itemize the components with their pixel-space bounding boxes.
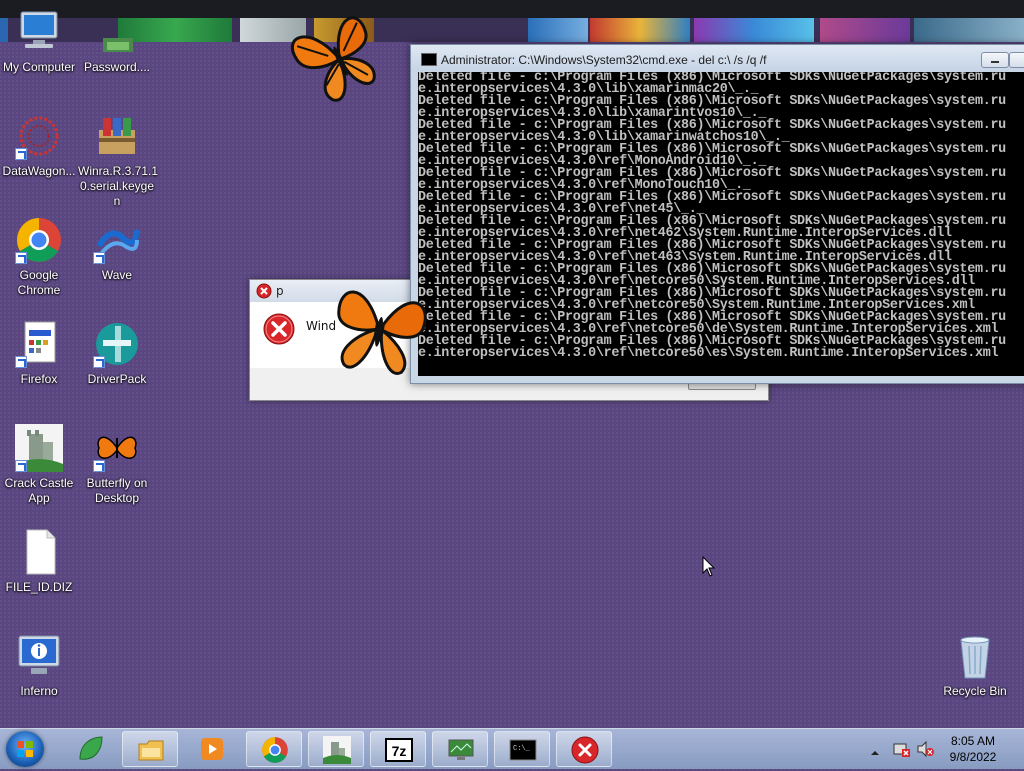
desktop-icon-my-computer[interactable]: My Computer [0,8,78,75]
console-line: e.interopservices\4.3.0\ref\netcore50\es… [418,346,999,361]
desktop-icon-password[interactable]: Password.... [78,8,156,75]
shortcut-arrow-icon [15,460,27,472]
7zip-label: 7z [392,743,407,759]
cmd-icon: C:\_ [509,736,537,764]
password-file-icon [93,8,141,56]
taskbar-app-cmd[interactable]: C:\_ [494,731,550,767]
desktop-icon-label: Password.... [83,60,151,74]
wallpaper-thumb [914,18,1024,42]
desktop-icon-driverpack[interactable]: DriverPack [78,320,156,387]
desktop-icon-label: Firefox [20,372,58,386]
taskbar-app-7z[interactable]: 7z [370,731,426,767]
leaf-icon [76,735,104,763]
shortcut-arrow-icon [93,460,105,472]
console-output[interactable]: Deleted file - c:\Program Files (x86)\Mi… [418,72,1024,376]
driverpack-icon [93,320,141,368]
maximize-button[interactable] [1009,52,1024,68]
datawagon-icon [15,112,63,160]
action-center-warning-icon[interactable] [892,740,910,762]
desktop-icon-label: Wave [101,268,133,282]
shortcut-arrow-icon [93,356,105,368]
desktop-icon-label: Winra.R.3.71.1 0.serial.keyge n [78,164,159,208]
taskbar-app-explorer[interactable] [122,731,178,767]
taskbar-app-error[interactable] [556,731,612,767]
monitor-icon [447,736,475,764]
chrome-icon [15,216,63,264]
info-monitor-icon [15,632,63,680]
clock-date: 9/8/2022 [949,750,997,764]
taskbar-app-chrome[interactable] [246,731,302,767]
desktop-icon-label: Butterfly on Desktop [86,476,148,505]
computer-icon [15,8,63,56]
castle-icon [15,424,63,472]
shortcut-arrow-icon [15,356,27,368]
desktop-icon-wave[interactable]: Wave [78,216,156,283]
cmd-window[interactable]: Administrator: C:\Windows\System32\cmd.e… [410,44,1024,384]
cmd-icon [421,53,437,66]
folder-icon [137,736,165,764]
clock-time: 8:05 AM [950,734,996,748]
taskbar-app-castle[interactable] [308,731,364,767]
desktop-icon-label: DriverPack [87,372,147,386]
taskbar-app-monitor[interactable] [432,731,488,767]
recycle-bin-icon [951,632,999,680]
winrar-icon [93,112,141,160]
calendar-file-icon [15,320,63,368]
error-icon [262,312,296,350]
desktop-icon-butterfly[interactable]: Butterfly on Desktop [78,424,156,506]
desktop-icon-label: DataWagon... [2,164,76,178]
wallpaper-thumb [590,18,690,42]
error-icon [571,736,599,764]
desktop-icon-chrome[interactable]: Google Chrome [0,216,78,298]
desktop-icon-label: Crack Castle App [4,476,74,505]
cmd-titlebar[interactable]: Administrator: C:\Windows\System32\cmd.e… [411,45,1024,71]
media-player-icon [198,735,226,763]
butterfly-sprite [326,284,434,384]
taskbar-app-media[interactable] [184,731,240,767]
start-button[interactable] [6,731,44,767]
wallpaper-thumb [694,18,814,42]
butterfly-sprite [286,6,390,114]
cmd-icon-label: C:\_ [513,745,531,753]
shortcut-arrow-icon [15,252,27,264]
desktop-icon-recycle-bin[interactable]: Recycle Bin [936,632,1014,699]
desktop-icon-label: FILE_ID.DIZ [5,580,73,594]
butterfly-icon [93,424,141,472]
wave-icon [93,216,141,264]
desktop-icon-label: Inferno [20,684,58,698]
castle-icon [323,736,351,764]
taskbar-clock[interactable]: 8:05 AM 9/8/2022 [930,733,1016,765]
wallpaper-thumb [528,18,588,42]
error-icon [256,283,272,303]
minimize-button[interactable] [981,52,1009,68]
chrome-icon [261,736,289,764]
desktop-icon-label: Recycle Bin [943,684,1007,698]
text-file-icon [15,528,63,576]
show-hidden-icons-icon[interactable] [870,743,880,762]
desktop-icon-firefox[interactable]: Firefox [0,320,78,387]
mouse-cursor-icon [702,555,716,582]
desktop-icon-file-id[interactable]: FILE_ID.DIZ [0,528,78,595]
shortcut-arrow-icon [15,148,27,160]
desktop-icon-crack-castle[interactable]: Crack Castle App [0,424,78,506]
desktop-icon-winra[interactable]: Winra.R.3.71.1 0.serial.keyge n [78,112,159,209]
desktop-icon-label: My Computer [2,60,76,74]
taskbar-app-leaf[interactable] [62,731,118,767]
dialog-title: p [276,284,284,298]
wallpaper-thumb [820,18,910,42]
desktop-icon-label: Google Chrome [17,268,61,297]
shortcut-arrow-icon [93,252,105,264]
cmd-title: Administrator: C:\Windows\System32\cmd.e… [441,53,767,67]
desktop-icon-datawagon[interactable]: DataWagon... [0,112,78,179]
desktop-icon-inferno[interactable]: Inferno [0,632,78,699]
taskbar: 7z C:\_ 8:05 AM 9/8/2022 [0,728,1024,769]
7zip-icon: 7z [385,736,413,764]
